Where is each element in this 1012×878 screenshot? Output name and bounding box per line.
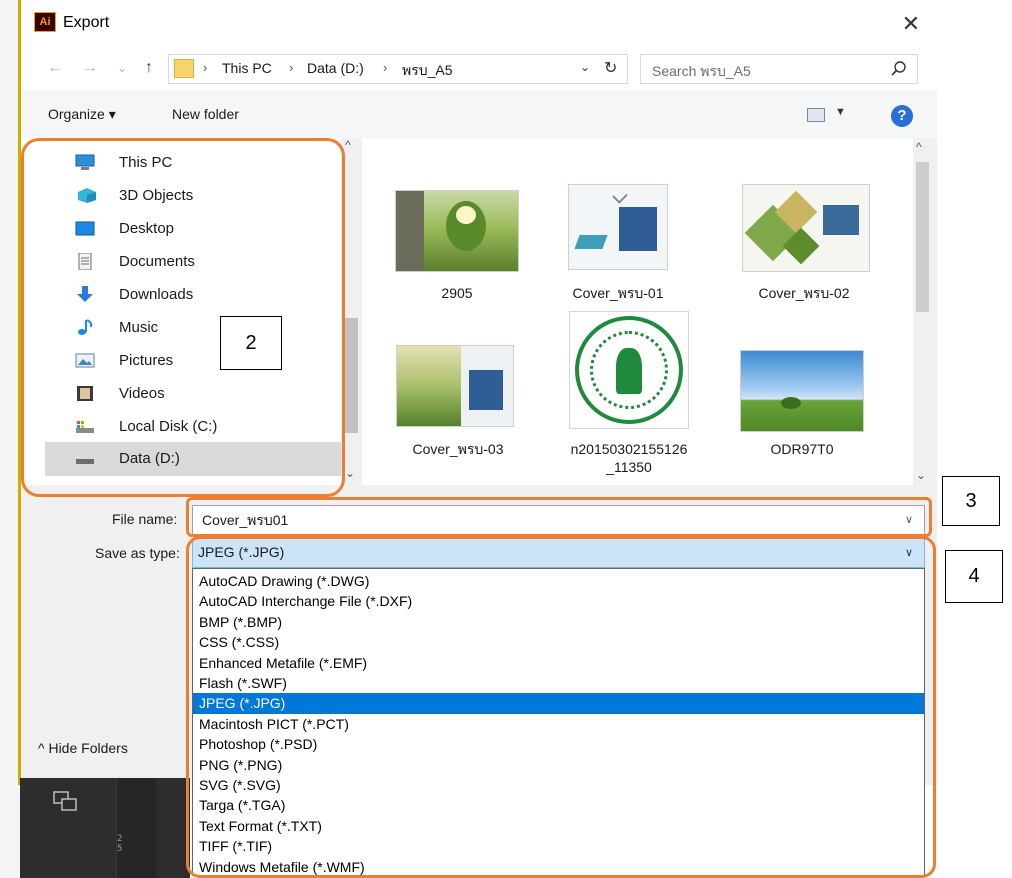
artboards-icon[interactable] xyxy=(52,790,80,814)
illustrator-app-icon: Ai xyxy=(34,12,56,32)
breadcrumb-data-d[interactable]: Data (D:) xyxy=(307,60,364,76)
annotation-label-3: 3 xyxy=(942,476,1000,526)
breadcrumb-this-pc[interactable]: This PC xyxy=(222,60,272,76)
new-folder-button[interactable]: New folder xyxy=(172,106,239,122)
breadcrumb-folder[interactable]: พรบ_A5 xyxy=(402,60,453,82)
window-title: Export xyxy=(63,14,110,31)
file-thumbnail[interactable] xyxy=(742,184,870,272)
chevron-right-icon: › xyxy=(383,60,388,75)
search-placeholder: Search พรบ_A5 xyxy=(652,63,751,79)
file-name[interactable]: 2905 xyxy=(387,284,527,302)
scroll-up-icon[interactable]: ^ xyxy=(345,138,351,152)
command-toolbar xyxy=(21,90,937,138)
recent-locations-button[interactable]: ⌄ xyxy=(111,56,133,80)
illustrator-workspace: 2 5 xyxy=(20,778,190,878)
scrollbar-thumb[interactable] xyxy=(916,162,929,312)
annotation-outline xyxy=(186,497,932,537)
back-button[interactable]: ← xyxy=(44,56,66,80)
organize-button[interactable]: Organize ▾ xyxy=(48,106,116,123)
chevron-down-icon[interactable]: ⌄ xyxy=(580,60,590,74)
file-list-scrollbar[interactable]: ^ ⌄ xyxy=(913,138,932,485)
hide-folders-button[interactable]: ^ Hide Folders xyxy=(38,740,128,756)
file-name[interactable]: Cover_พรบ-01 xyxy=(548,284,688,302)
file-list: 2905 Cover_พรบ-01 Cover_พรบ-02 Cover_พรบ… xyxy=(362,138,913,485)
file-thumbnail[interactable] xyxy=(395,190,519,272)
app-background-strip xyxy=(0,0,21,878)
chevron-right-icon: › xyxy=(289,60,294,75)
annotation-label-2: 2 xyxy=(220,316,282,370)
ruler: 2 5 xyxy=(116,778,156,878)
ruler-mark: 5 xyxy=(117,844,123,854)
file-name-label: File name: xyxy=(112,511,178,527)
search-icon[interactable] xyxy=(888,58,910,80)
file-name[interactable]: ODR97T0 xyxy=(732,440,872,458)
view-options-icon[interactable] xyxy=(807,108,825,122)
file-name[interactable]: Cover_พรบ-02 xyxy=(734,284,874,302)
annotation-outline xyxy=(186,536,936,878)
ruler-mark: 2 xyxy=(117,834,123,844)
file-name[interactable]: n20150302155126 _11350 xyxy=(559,440,699,476)
annotation-outline xyxy=(21,138,345,497)
title-bar xyxy=(21,0,937,48)
chevron-right-icon: › xyxy=(203,60,208,75)
up-button[interactable]: ↑ xyxy=(138,56,160,80)
save-as-type-label: Save as type: xyxy=(95,545,180,561)
scroll-up-icon[interactable]: ^ xyxy=(916,140,922,154)
file-thumbnail[interactable] xyxy=(396,345,514,427)
annotation-label-4: 4 xyxy=(945,550,1003,603)
scroll-down-icon[interactable]: ⌄ xyxy=(345,466,355,480)
scrollbar-thumb[interactable] xyxy=(345,318,358,433)
folder-icon xyxy=(174,59,194,78)
scroll-down-icon[interactable]: ⌄ xyxy=(916,468,926,482)
file-thumbnail[interactable] xyxy=(568,184,668,270)
refresh-icon[interactable]: ↻ xyxy=(604,58,617,78)
forward-button[interactable]: → xyxy=(79,56,101,80)
file-thumbnail[interactable] xyxy=(740,350,864,432)
help-button[interactable]: ? xyxy=(891,105,913,127)
close-button[interactable]: ✕ xyxy=(896,12,926,38)
view-dropdown-icon[interactable]: ▼ xyxy=(835,106,846,118)
file-thumbnail[interactable] xyxy=(569,311,689,429)
file-name[interactable]: Cover_พรบ-03 xyxy=(388,440,528,458)
